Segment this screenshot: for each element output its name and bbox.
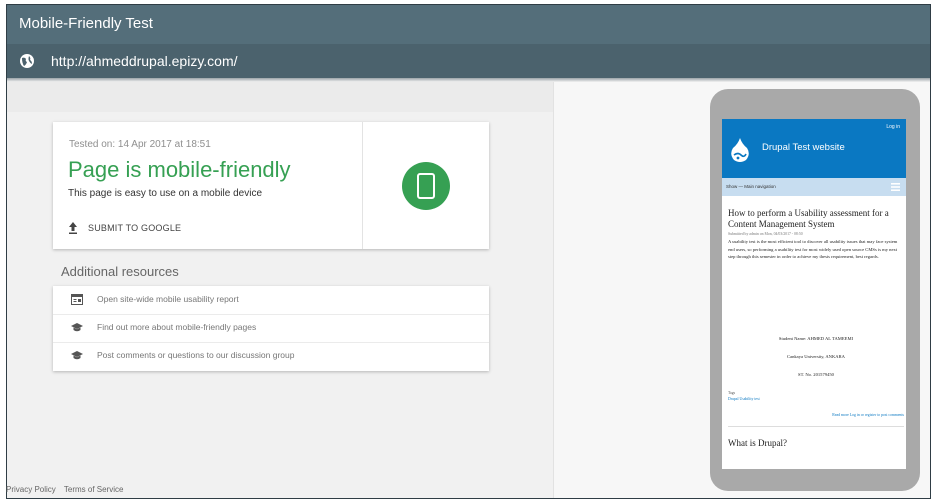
- privacy-policy-link[interactable]: Privacy Policy: [6, 485, 56, 494]
- tested-url: http://ahmeddrupal.epizy.com/: [51, 53, 238, 69]
- read-more-link[interactable]: Read more Log in or register to post com…: [832, 413, 904, 417]
- submit-label: SUBMIT TO GOOGLE: [88, 223, 182, 233]
- article-university: Cankaya University, ANKARA: [786, 354, 845, 359]
- site-header: Log in Drupal Test website: [722, 119, 906, 178]
- app-title: Mobile-Friendly Test: [19, 15, 153, 32]
- graduation-cap-icon: [71, 351, 83, 360]
- resource-item-discussion-group[interactable]: Post comments or questions to our discus…: [53, 342, 489, 370]
- resource-label: Find out more about mobile-friendly page…: [97, 322, 257, 332]
- drupal-logo-icon: [731, 138, 749, 162]
- site-navigation-bar[interactable]: Show — Main navigation: [722, 178, 906, 196]
- article-student-name: Student Name: AHMED AL TAMEEMI: [778, 336, 854, 341]
- next-article-title[interactable]: What is Drupal?: [728, 438, 787, 448]
- resource-item-usability-report[interactable]: Open site-wide mobile usability report: [53, 286, 489, 315]
- smartphone-icon: [417, 173, 435, 199]
- article-title[interactable]: How to perform a Usability assessment fo…: [728, 208, 904, 230]
- nav-toggle-label: Show — Main navigation: [726, 184, 776, 189]
- result-card: Tested on: 14 Apr 2017 at 18:51 Page is …: [53, 122, 489, 249]
- article-separator: [728, 426, 904, 427]
- terms-of-service-link[interactable]: Terms of Service: [64, 485, 124, 494]
- tested-timestamp: Tested on: 14 Apr 2017 at 18:51: [69, 139, 211, 150]
- additional-resources-title: Additional resources: [61, 264, 179, 279]
- url-bar: http://ahmeddrupal.epizy.com/: [7, 44, 930, 78]
- result-headline: Page is mobile-friendly: [68, 157, 291, 182]
- graduation-cap-icon: [71, 323, 83, 332]
- resource-label: Open site-wide mobile usability report: [97, 294, 239, 304]
- results-header-strip: [7, 82, 553, 112]
- report-icon: [71, 294, 83, 305]
- footer: Privacy Policy Terms of Service: [6, 485, 129, 494]
- article-body: A usability test is the most efficient t…: [728, 239, 898, 260]
- resource-label: Post comments or questions to our discus…: [97, 350, 295, 360]
- resources-list: Open site-wide mobile usability report F…: [53, 286, 489, 371]
- tags-links[interactable]: Drupal Usability test: [728, 397, 760, 401]
- site-login-link[interactable]: Log in: [886, 124, 900, 130]
- tags-label: Tags: [728, 391, 736, 395]
- result-subline: This page is easy to use on a mobile dev…: [68, 188, 262, 199]
- device-frame: Log in Drupal Test website Show — Main n…: [710, 89, 920, 491]
- title-bar: Mobile-Friendly Test: [7, 5, 930, 44]
- mobile-friendly-badge: [402, 162, 450, 210]
- upload-icon: [69, 222, 77, 234]
- resource-item-learn-more[interactable]: Find out more about mobile-friendly page…: [53, 314, 489, 343]
- globe-icon: [20, 54, 34, 68]
- page-preview-screen: Log in Drupal Test website Show — Main n…: [722, 119, 906, 469]
- article-preview: How to perform a Usability assessment fo…: [728, 208, 904, 469]
- site-name: Drupal Test website: [762, 142, 845, 153]
- card-divider: [362, 122, 363, 249]
- article-submitted-meta: Submitted by admin on Mon, 04/03/2017 - …: [728, 232, 803, 236]
- hamburger-menu-icon[interactable]: [891, 182, 900, 192]
- article-student-number: ST. No. 201579450: [798, 372, 834, 377]
